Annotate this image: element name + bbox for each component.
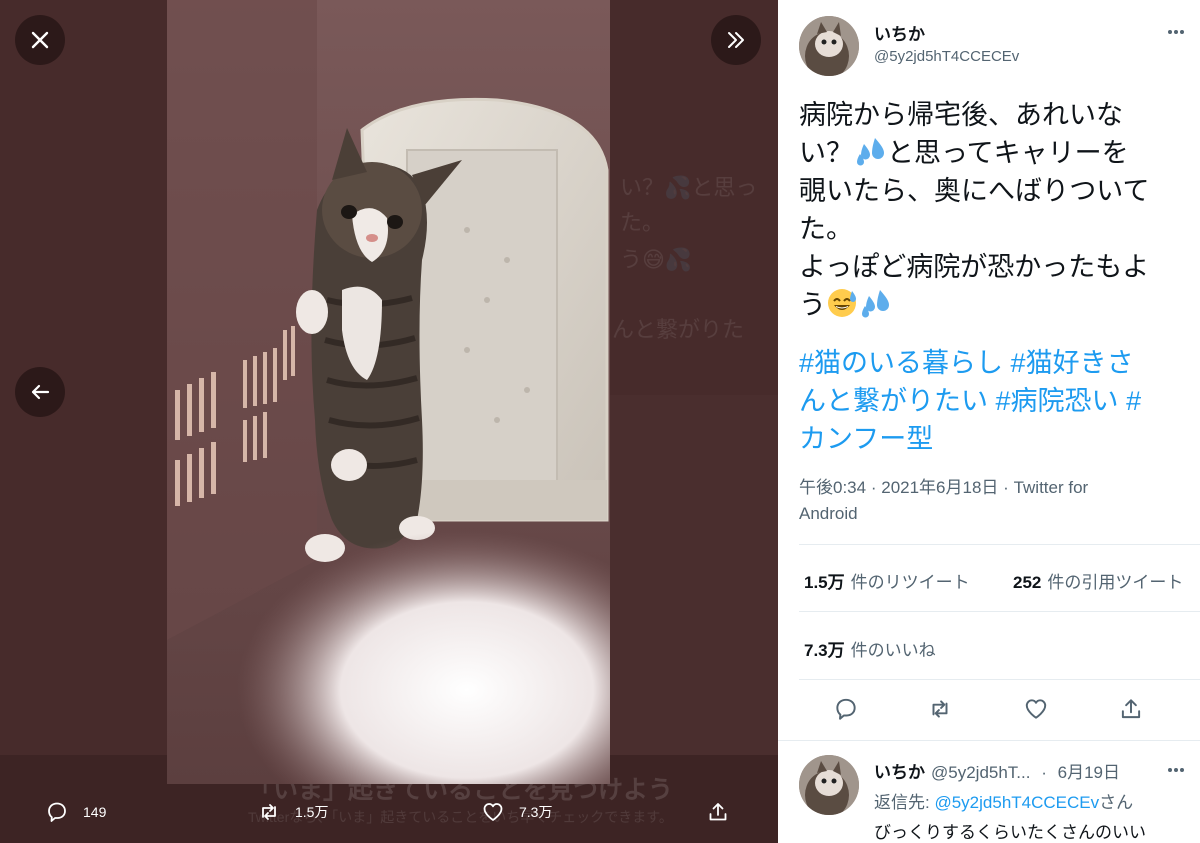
- grinning-sweat-emoji-icon: [828, 289, 856, 317]
- reply-author-name[interactable]: いちか: [874, 763, 925, 782]
- background-text: んと繋がりた: [612, 317, 745, 342]
- author-name[interactable]: いちか: [874, 20, 925, 45]
- tweet-text-segment: い？: [799, 138, 853, 168]
- hashtag-line: カンフー型: [799, 420, 1194, 458]
- hashtag-link[interactable]: んと繋がりたい: [799, 386, 988, 416]
- divider: [778, 740, 1200, 741]
- tweet-text: 病院から帰宅後、あれいな い？ と思ってキャリーを 覗いたら、奥にへばりついて …: [799, 96, 1179, 324]
- likes-stat[interactable]: 7.3万 件のいいね: [804, 636, 936, 661]
- hashtag-line: んと繋がりたい #病院恐い #: [799, 382, 1194, 420]
- divider: [799, 611, 1200, 612]
- heart-icon[interactable]: [1023, 696, 1049, 722]
- tweet-date[interactable]: 2021年6月18日: [881, 478, 998, 497]
- tweet-text-line: た。: [799, 214, 853, 244]
- media-viewer: い？💦と思っ た。 う😅💦 んと繋がりた 「いま」起きていることを見つけよう T…: [0, 0, 778, 843]
- quote-tweets-stat[interactable]: 252 件の引用ツイート: [1013, 568, 1183, 593]
- retweet-icon: [262, 804, 276, 820]
- kitten-photo-image: [167, 0, 610, 784]
- avatar[interactable]: [799, 16, 859, 76]
- quotes-count: 252: [1013, 573, 1042, 592]
- tweet-text-line: い？ と思ってキャリーを: [799, 134, 1179, 172]
- hashtag-link[interactable]: #猫のいる暮らし: [799, 348, 1003, 378]
- viewer-retweet-count: 1.5万: [295, 804, 329, 820]
- reply-icon[interactable]: [833, 696, 859, 722]
- meta-separator: ·: [1041, 763, 1047, 782]
- share-icon: [709, 803, 727, 821]
- hashtag-link[interactable]: #: [1126, 386, 1141, 416]
- close-button[interactable]: [15, 15, 65, 65]
- background-text: い？💦と思っ: [620, 175, 758, 200]
- tweet-text-segment: と思ってキャリーを: [887, 138, 1129, 168]
- tweet-text-segment: う: [799, 290, 826, 320]
- tweet-detail-panel: いちか @5y2jd5hT4CCECEv 病院から帰宅後、あれいな い？ と思っ…: [778, 0, 1200, 843]
- background-text: う😅💦: [620, 247, 693, 272]
- viewer-reply-button[interactable]: 149: [45, 800, 106, 824]
- heart-icon: [483, 803, 503, 821]
- reply-avatar[interactable]: [799, 755, 859, 815]
- reply-date[interactable]: 6月19日: [1058, 763, 1120, 782]
- retweets-label: 件のリツイート: [850, 573, 970, 592]
- sweat-droplets-emoji-icon: [862, 290, 889, 318]
- share-icon[interactable]: [1118, 696, 1144, 722]
- author-handle[interactable]: @5y2jd5hT4CCECEv: [874, 48, 1019, 65]
- likes-count: 7.3万: [804, 641, 845, 660]
- reply-to-mention[interactable]: @5y2jd5hT4CCECEv: [934, 793, 1099, 812]
- retweets-count: 1.5万: [804, 573, 845, 592]
- reply-icon: [48, 802, 66, 822]
- meta-separator: ·: [870, 478, 877, 497]
- meta-separator: ·: [1003, 478, 1009, 497]
- background-media-card: [610, 395, 778, 755]
- viewer-retweet-button[interactable]: 1.5万: [257, 800, 328, 824]
- more-options-icon[interactable]: [1166, 760, 1186, 780]
- expand-panel-button[interactable]: [711, 15, 761, 65]
- divider: [799, 544, 1200, 545]
- hashtags: #猫のいる暮らし #猫好きさ んと繋がりたい #病院恐い # カンフー型: [799, 344, 1194, 458]
- tweet-text-line: う: [799, 286, 1179, 324]
- avatar-image: [799, 16, 859, 76]
- background-text: た。: [620, 210, 665, 235]
- previous-media-button[interactable]: [15, 367, 65, 417]
- tweet-metadata: 午後0:34 · 2021年6月18日 · Twitter for Androi…: [799, 475, 1179, 527]
- hashtag-line: #猫のいる暮らし #猫好きさ: [799, 344, 1194, 382]
- tweet-source[interactable]: Android: [799, 504, 858, 523]
- tweet-text-line: 病院から帰宅後、あれいな: [799, 100, 1123, 130]
- close-icon: [31, 31, 49, 49]
- reply-to-label: 返信先:: [874, 793, 930, 812]
- avatar-image: [799, 755, 859, 815]
- viewer-like-count: 7.3万: [519, 804, 553, 820]
- reply-to-suffix: さん: [1099, 793, 1134, 812]
- reply-text: びっくりするくらいたくさんのいい: [874, 823, 1146, 842]
- reply-author-handle[interactable]: @5y2jd5hT...: [931, 763, 1030, 782]
- arrow-left-icon: [31, 384, 50, 400]
- replying-to: 返信先: @5y2jd5hT4CCECEvさん: [874, 788, 1133, 813]
- divider: [799, 679, 1200, 680]
- more-options-icon[interactable]: [1166, 22, 1186, 42]
- viewer-like-button[interactable]: 7.3万: [481, 800, 552, 824]
- double-chevron-right-icon: [728, 32, 744, 48]
- reply-header: いちか @5y2jd5hT... · 6月19日: [874, 758, 1120, 783]
- tweet-text-line: よっぽど病院が恐かったもよ: [799, 252, 1150, 282]
- sweat-droplets-emoji-icon: [857, 138, 884, 166]
- quotes-label: 件の引用ツイート: [1047, 573, 1184, 592]
- retweets-stat[interactable]: 1.5万 件のリツイート: [804, 568, 970, 593]
- hashtag-link[interactable]: #猫好きさ: [1011, 348, 1134, 378]
- retweet-icon[interactable]: [927, 696, 953, 722]
- viewer-reply-count: 149: [83, 804, 107, 820]
- hashtag-link[interactable]: カンフー型: [799, 424, 933, 454]
- likes-label: 件のいいね: [850, 641, 936, 660]
- media-photo[interactable]: [167, 0, 610, 784]
- tweet-source[interactable]: Twitter for: [1014, 478, 1089, 497]
- tweet-text-line: 覗いたら、奥にへばりついて: [799, 176, 1150, 206]
- tweet-time[interactable]: 午後0:34: [799, 478, 866, 497]
- hashtag-link[interactable]: #病院恐い: [996, 386, 1119, 416]
- viewer-share-button[interactable]: [706, 800, 730, 824]
